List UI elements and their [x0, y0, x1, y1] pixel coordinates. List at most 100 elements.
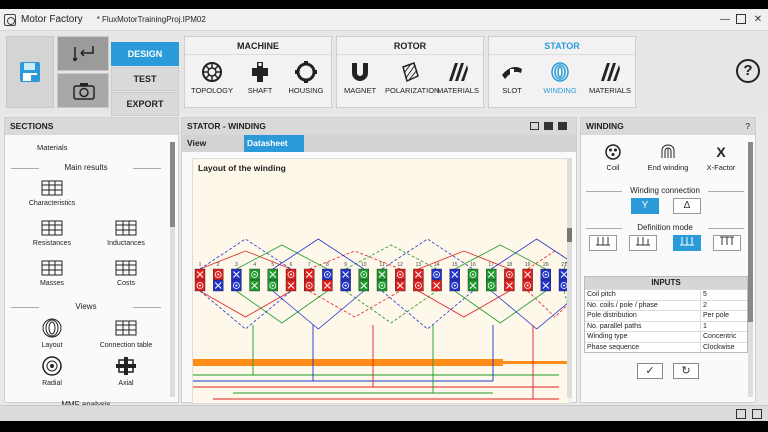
slot-number: 1	[199, 262, 202, 268]
end-winding-line	[199, 290, 292, 330]
conductor-in-dot	[381, 284, 383, 287]
close-icon[interactable]: ✕	[752, 13, 764, 25]
resistances-label: Resistances	[32, 240, 72, 247]
slot-number: 2	[217, 262, 220, 268]
masses-item[interactable]: Masses	[17, 260, 87, 287]
motor-factory-window: Motor Factory * FluxMotorTrainingProj.IP…	[0, 9, 768, 421]
characteristics-item[interactable]: Characteristics	[17, 180, 87, 207]
definition-mode-4-button[interactable]	[713, 235, 741, 251]
slot-number: 9	[344, 262, 347, 268]
conductor-in-dot	[453, 284, 456, 287]
winding-label: WINDING	[543, 86, 577, 95]
views-title: Views	[11, 302, 161, 311]
apply-button[interactable]: ✓	[637, 363, 663, 379]
inductances-label: Inductances	[107, 240, 145, 247]
tab-datasheet[interactable]: Datasheet	[244, 135, 304, 152]
x-factor-icon: X	[716, 144, 726, 160]
conductor-in-dot	[563, 284, 565, 287]
input-value[interactable]: 2	[701, 301, 747, 311]
input-value[interactable]: Concentric	[701, 332, 747, 342]
maximize-icon[interactable]	[736, 14, 746, 24]
winding-button[interactable]: WINDING	[537, 59, 583, 105]
definition-mode-title: Definition mode	[581, 223, 749, 232]
definition-mode-2-button[interactable]	[629, 235, 657, 251]
layout-split-icon[interactable]	[544, 122, 553, 130]
layout-single-icon[interactable]	[530, 122, 539, 130]
axial-icon	[116, 357, 136, 375]
x-factor-option[interactable]: X X-Factor	[701, 144, 741, 172]
conductor-in-dot	[290, 273, 292, 276]
input-row: Coil pitch 5	[585, 289, 747, 300]
input-label: Winding type	[585, 332, 701, 342]
definition-mode-1-button[interactable]	[589, 235, 617, 251]
input-value[interactable]: Clockwise	[701, 343, 747, 353]
slot-number: 10	[361, 262, 367, 268]
input-value[interactable]: 1	[701, 322, 747, 332]
winding-panel: WINDING ? Coil End winding X X-Factor Wi…	[580, 117, 756, 403]
mode-export-button[interactable]: EXPORT	[111, 92, 179, 116]
end-winding-line	[272, 290, 365, 330]
winding-layout-drawing: Layout of the winding 1 2 3 4 5 6 7 8 9 10 11 12 13 1…	[192, 158, 570, 404]
slot-button[interactable]: SLOT	[489, 59, 535, 105]
layout-title: Layout of the winding	[198, 163, 286, 173]
topology-button[interactable]: TOPOLOGY	[189, 59, 235, 105]
machine-group: MACHINE TOPOLOGY SHAFT HOUSING	[184, 36, 332, 108]
magnet-button[interactable]: MAGNET	[337, 59, 383, 105]
radial-view-item[interactable]: Radial	[17, 356, 87, 387]
conductor-in-dot	[253, 273, 256, 276]
slot-number: 7	[308, 262, 311, 268]
coil-option[interactable]: Coil	[595, 144, 631, 172]
radial-label: Radial	[42, 380, 62, 387]
materials-section-link[interactable]: Materials	[37, 143, 67, 152]
reset-button[interactable]: ↻	[673, 363, 699, 379]
end-winding-option[interactable]: End winding	[643, 144, 693, 172]
star-connection-button[interactable]: Y	[631, 198, 659, 214]
pause-icon[interactable]	[736, 409, 746, 419]
arrows-down-icon	[636, 237, 650, 246]
conductor-in-dot	[472, 273, 474, 276]
sections-scrollbar[interactable]	[170, 142, 175, 397]
rotor-materials-button[interactable]: MATERIALS	[435, 59, 481, 105]
delta-connection-button[interactable]: Δ	[673, 198, 701, 214]
connection-table-item[interactable]: Connection table	[91, 318, 161, 349]
slot-number: 13	[416, 262, 422, 268]
shaft-button[interactable]: SHAFT	[237, 59, 283, 105]
conductor-in-dot	[344, 284, 347, 287]
sections-panel: SECTIONS Materials Main results Characte…	[4, 117, 179, 409]
axial-view-item[interactable]: Axial	[91, 356, 161, 387]
layout-view-item[interactable]: Layout	[17, 318, 87, 349]
center-scrollbar[interactable]	[567, 158, 572, 398]
stator-materials-button[interactable]: MATERIALS	[587, 59, 633, 105]
help-button[interactable]: ?	[736, 59, 760, 83]
input-value[interactable]: Per pole	[701, 311, 747, 321]
winding-scrollbar[interactable]	[748, 142, 753, 397]
input-label: Pole distribution	[585, 311, 701, 321]
conductor-in-dot	[399, 273, 402, 276]
housing-button[interactable]: HOUSING	[283, 59, 329, 105]
rotor-materials-label: MATERIALS	[437, 86, 479, 95]
definition-mode-3-button[interactable]	[673, 235, 701, 251]
winding-help-icon[interactable]: ?	[745, 118, 750, 135]
screenshot-button[interactable]	[57, 73, 109, 108]
housing-icon	[295, 61, 317, 83]
screen-icon[interactable]	[752, 409, 762, 419]
winding-title-text: WINDING	[586, 121, 624, 131]
mode-design-button[interactable]: DESIGN	[111, 42, 179, 66]
layout-full-icon[interactable]	[558, 122, 567, 130]
minimize-icon[interactable]: —	[719, 13, 731, 25]
mode-test-button[interactable]: TEST	[111, 67, 179, 91]
conductor-in-dot	[308, 284, 311, 287]
stator-group-title: STATOR	[489, 37, 635, 55]
inductances-item[interactable]: Inductances	[91, 220, 161, 247]
slot-icon	[502, 67, 522, 79]
center-panel-title: STATOR - WINDING	[182, 118, 576, 135]
resistances-item[interactable]: Resistances	[17, 220, 87, 247]
undo-button[interactable]	[57, 36, 109, 71]
polarization-label: POLARIZATION	[385, 86, 440, 95]
polarization-button[interactable]: POLARIZATION	[385, 59, 439, 105]
slot-number: 11	[379, 262, 384, 268]
slot-number: 15	[452, 262, 458, 268]
save-button[interactable]	[6, 36, 54, 108]
costs-item[interactable]: Costs	[91, 260, 161, 287]
input-value[interactable]: 5	[701, 290, 747, 300]
